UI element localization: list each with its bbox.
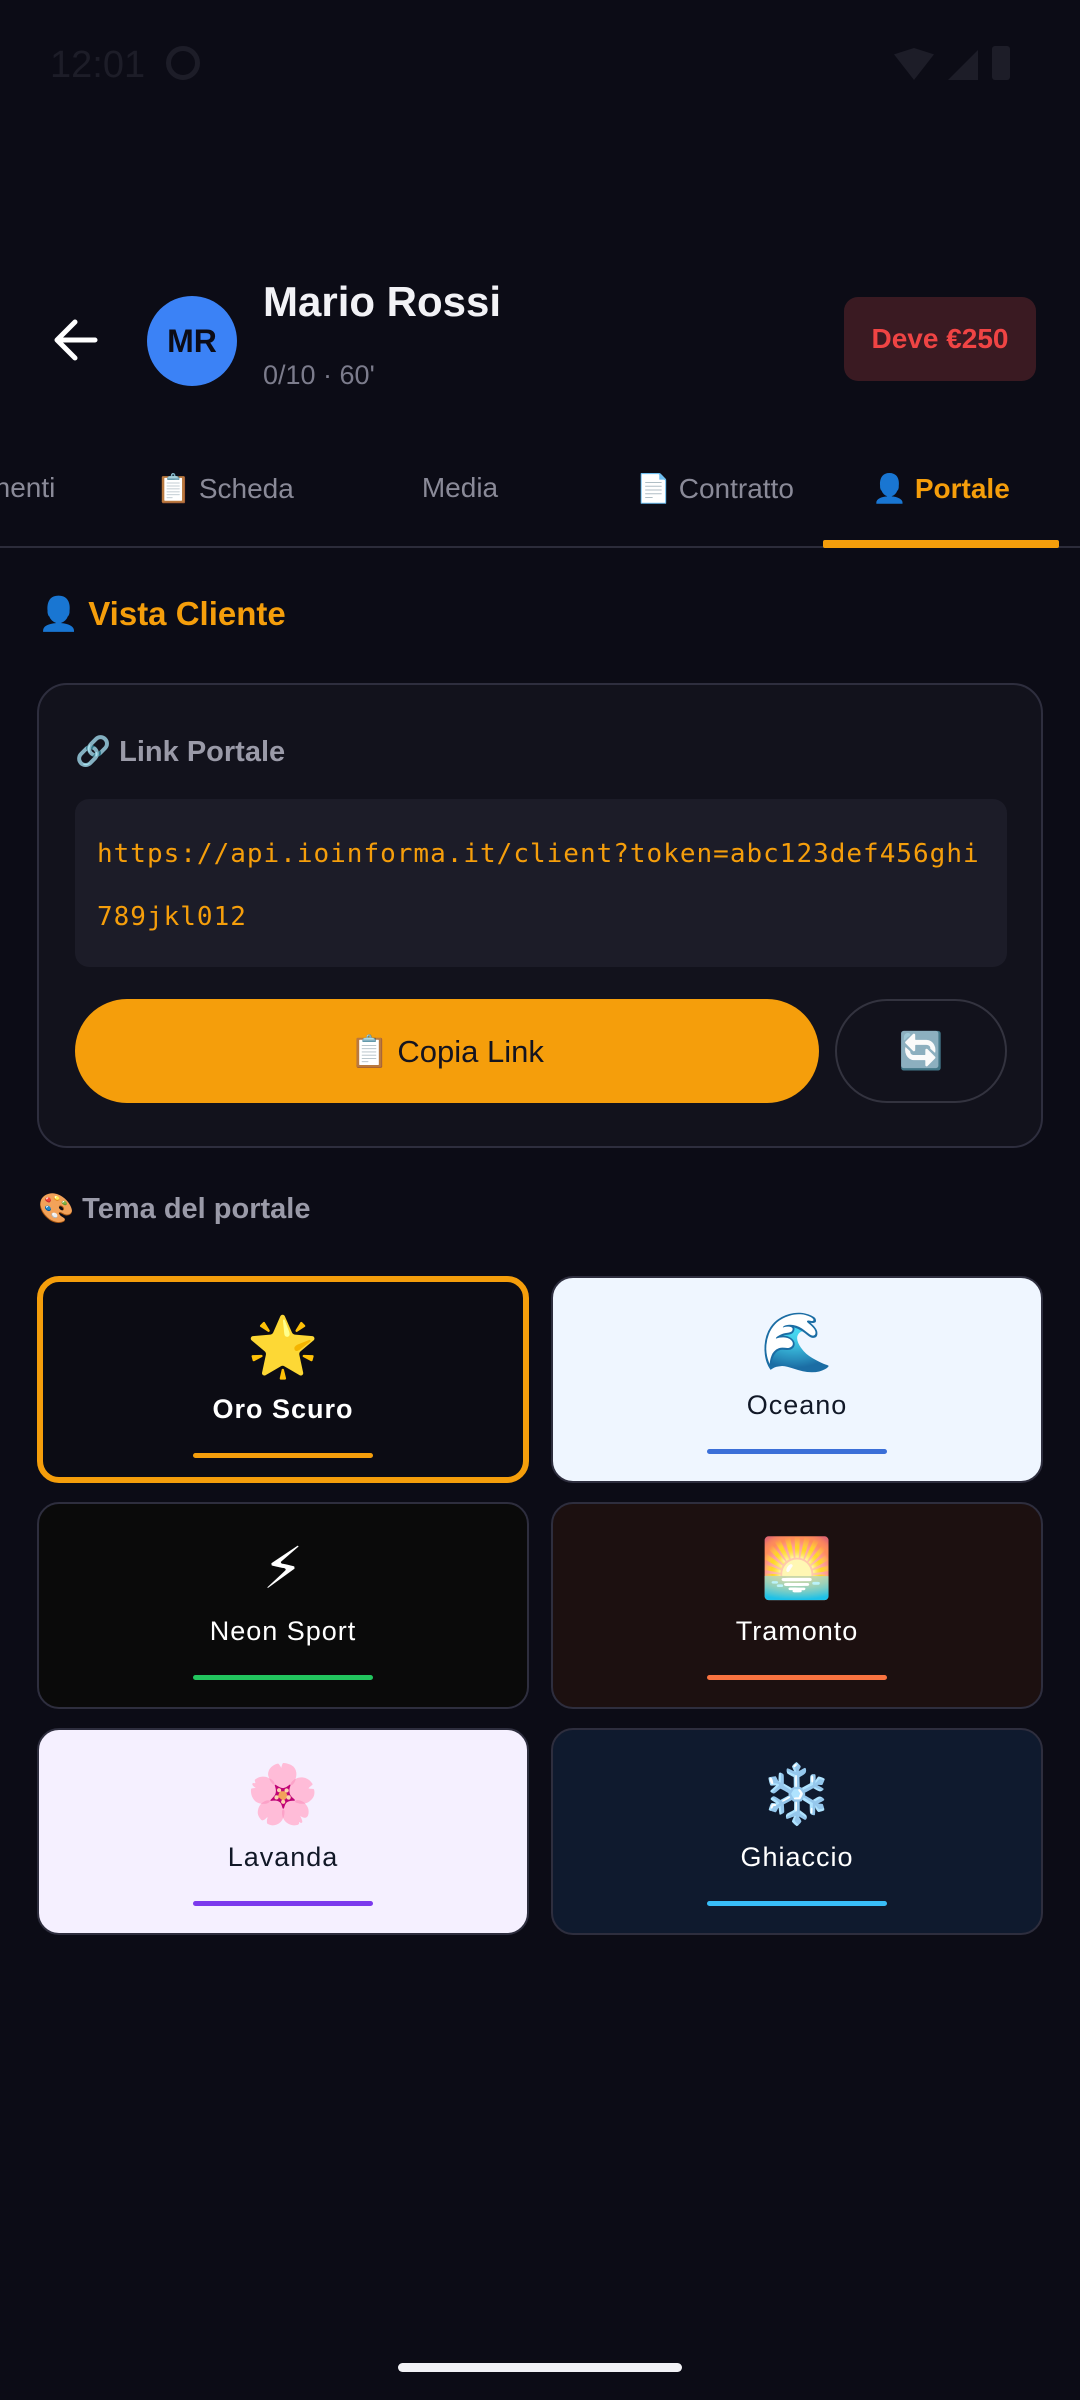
portal-url-box[interactable]: https://api.ioinforma.it/client?token=ab…: [75, 799, 1007, 967]
app-screen: 12:01 MR Mario Rossi 0/10 · 60' Deve €25…: [0, 0, 1080, 2400]
lightning-icon: ⚡: [262, 1536, 304, 1601]
wave-icon: 🌊: [760, 1310, 834, 1375]
snowflake-icon: ❄️: [760, 1762, 834, 1827]
sync-icon: [166, 46, 200, 80]
section-title: 👤 Vista Cliente: [38, 595, 286, 632]
battery-icon: [992, 46, 1010, 80]
active-tab-indicator: [823, 540, 1059, 548]
theme-name: Tramonto: [735, 1616, 859, 1646]
tab-portale[interactable]: 👤 Portale: [823, 430, 1059, 546]
theme-accent-bar: [707, 1449, 887, 1454]
arrow-left-icon: [54, 319, 98, 361]
theme-name: Neon Sport: [209, 1616, 357, 1646]
refresh-icon: 🔄: [898, 1030, 944, 1071]
theme-card-tramonto[interactable]: 🌅 Tramonto: [551, 1502, 1043, 1709]
theme-accent-bar: [707, 1901, 887, 1906]
theme-card-oceano[interactable]: 🌊 Oceano: [551, 1276, 1043, 1483]
theme-card-neon-sport[interactable]: ⚡ Neon Sport: [37, 1502, 529, 1709]
theme-card-ghiaccio[interactable]: ❄️ Ghiaccio: [551, 1728, 1043, 1935]
status-bar: 12:01: [0, 0, 1080, 130]
theme-section-title: 🎨 Tema del portale: [38, 1193, 311, 1225]
tab-contratto[interactable]: 📄 Contratto: [615, 430, 815, 546]
client-name: Mario Rossi: [263, 278, 502, 325]
theme-accent-bar: [193, 1675, 373, 1680]
blossom-icon: 🌸: [246, 1762, 320, 1827]
theme-accent-bar: [193, 1453, 373, 1458]
theme-name: Oro Scuro: [212, 1394, 354, 1424]
copy-link-button[interactable]: 📋 Copia Link: [75, 999, 819, 1103]
theme-card-lavanda[interactable]: 🌸 Lavanda: [37, 1728, 529, 1935]
client-header: MR Mario Rossi 0/10 · 60' Deve €250: [0, 250, 1080, 430]
back-button[interactable]: [40, 305, 110, 375]
tab-bar: nenti 📋 Scheda Media 📄 Contratto 👤 Porta…: [0, 430, 1080, 548]
theme-name: Ghiaccio: [740, 1842, 854, 1872]
status-time: 12:01: [50, 44, 146, 86]
theme-name: Lavanda: [227, 1842, 339, 1872]
status-icons: [894, 46, 1010, 80]
client-session-info: 0/10 · 60': [263, 360, 375, 390]
tab-pagamenti[interactable]: nenti: [0, 430, 90, 546]
avatar: MR: [147, 296, 237, 386]
tab-media[interactable]: Media: [380, 430, 540, 546]
theme-accent-bar: [707, 1675, 887, 1680]
star-icon: 🌟: [246, 1314, 320, 1379]
cell-signal-icon: [948, 50, 978, 80]
home-indicator[interactable]: [398, 2363, 682, 2372]
wifi-icon: [894, 48, 934, 80]
portal-link-label: 🔗 Link Portale: [75, 736, 286, 768]
sunset-icon: 🌅: [760, 1536, 834, 1601]
theme-name: Oceano: [746, 1390, 848, 1420]
tab-scheda[interactable]: 📋 Scheda: [150, 430, 300, 546]
theme-card-oro-scuro[interactable]: 🌟 Oro Scuro: [37, 1276, 529, 1483]
portal-link-card: 🔗 Link Portale https://api.ioinforma.it/…: [37, 683, 1043, 1148]
portal-url: https://api.ioinforma.it/client?token=ab…: [97, 839, 980, 932]
debt-badge[interactable]: Deve €250: [844, 297, 1036, 381]
theme-accent-bar: [193, 1901, 373, 1906]
regenerate-link-button[interactable]: 🔄: [835, 999, 1007, 1103]
